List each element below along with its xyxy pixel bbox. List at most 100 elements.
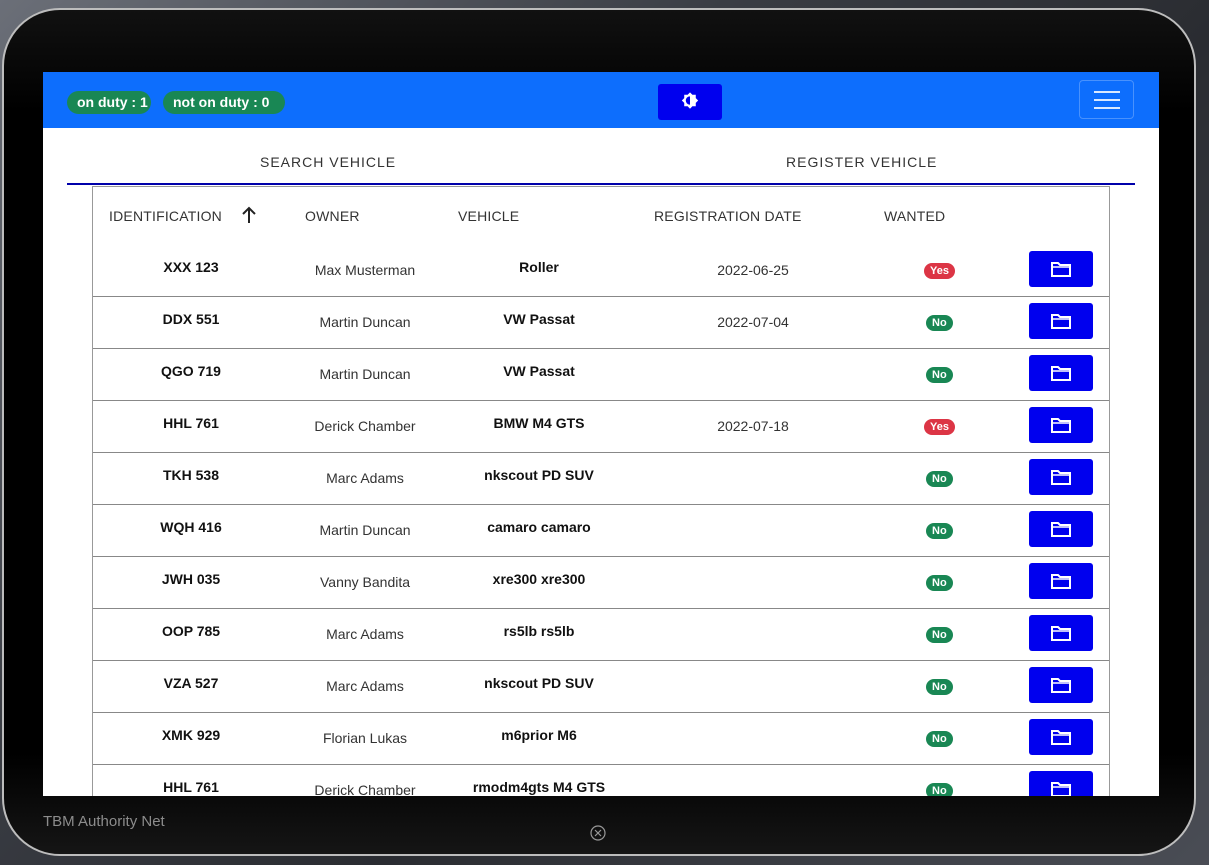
row-vehicle: rs5lb rs5lb xyxy=(503,623,575,639)
open-record-button[interactable] xyxy=(1029,563,1093,599)
row-identification: TKH 538 xyxy=(162,467,220,483)
folder-icon xyxy=(1051,314,1071,329)
table-row: DDX 551 Martin Duncan VW Passat 2022-07-04 N… xyxy=(93,297,1109,349)
hamburger-icon xyxy=(1093,90,1120,93)
row-vehicle: nkscout PD SUV xyxy=(484,675,594,691)
menu-toggle-button[interactable] xyxy=(1079,80,1134,119)
table-row: JWH 035 Vanny Bandita xre300 xre300 No xyxy=(93,557,1109,609)
table-row: QGO 719 Martin Duncan VW Passat No xyxy=(93,349,1109,401)
wanted-badge: No xyxy=(926,575,953,591)
row-registration-date: 2022-07-18 xyxy=(717,418,789,434)
row-registration-date: 2022-06-25 xyxy=(717,262,789,278)
folder-icon xyxy=(1051,574,1071,589)
row-vehicle: VW Passat xyxy=(503,363,575,379)
wanted-badge: No xyxy=(926,523,953,539)
row-owner: Derick Chamber xyxy=(314,418,416,434)
wanted-badge: No xyxy=(926,315,953,331)
open-record-button[interactable] xyxy=(1029,355,1093,391)
open-record-button[interactable] xyxy=(1029,615,1093,651)
header-wanted[interactable]: WANTED xyxy=(884,208,945,224)
row-vehicle: VW Passat xyxy=(503,311,575,327)
table-row: TKH 538 Marc Adams nkscout PD SUV No xyxy=(93,453,1109,505)
on-duty-badge: on duty : 1 xyxy=(67,91,151,114)
row-vehicle: m6prior M6 xyxy=(501,727,577,743)
wanted-badge: No xyxy=(926,471,953,487)
folder-icon xyxy=(1051,262,1071,277)
row-owner: Florian Lukas xyxy=(322,730,408,746)
row-identification: VZA 527 xyxy=(163,675,219,691)
row-owner: Max Musterman xyxy=(314,262,416,278)
folder-icon xyxy=(1051,470,1071,485)
table-header: IDENTIFICATION OWNER VEHICLE REGISTRATIO… xyxy=(93,187,1109,245)
table-row: HHL 761 Derick Chamber rmodm4gts M4 GTS No xyxy=(93,765,1109,796)
wanted-badge: No xyxy=(926,783,953,796)
open-record-button[interactable] xyxy=(1029,303,1093,339)
folder-icon xyxy=(1051,782,1071,796)
folder-icon xyxy=(1051,366,1071,381)
table-row: XXX 123 Max Musterman Roller 2022-06-25 Yes xyxy=(93,245,1109,297)
row-owner: Marc Adams xyxy=(326,470,404,486)
tablet-frame: on duty : 1 not on duty : 0 SEARCH VEHIC… xyxy=(2,8,1196,856)
table-row: WQH 416 Martin Duncan camaro camaro No xyxy=(93,505,1109,557)
row-owner: Martin Duncan xyxy=(319,366,411,382)
row-vehicle: camaro camaro xyxy=(487,519,591,535)
table-row: HHL 761 Derick Chamber BMW M4 GTS 2022-07-1… xyxy=(93,401,1109,453)
tab-register-vehicle[interactable]: REGISTER VEHICLE xyxy=(786,154,937,170)
header-registration-date[interactable]: REGISTRATION DATE xyxy=(654,208,802,224)
row-identification: XXX 123 xyxy=(163,259,219,275)
row-owner: Martin Duncan xyxy=(319,314,411,330)
folder-icon xyxy=(1051,678,1071,693)
row-identification: JWH 035 xyxy=(161,571,221,587)
footer-brand: TBM Authority Net xyxy=(43,813,165,830)
table-row: OOP 785 Marc Adams rs5lb rs5lb No xyxy=(93,609,1109,661)
row-owner: Derick Chamber xyxy=(314,782,416,796)
row-identification: DDX 551 xyxy=(162,311,220,327)
vehicle-table: IDENTIFICATION OWNER VEHICLE REGISTRATIO… xyxy=(92,186,1110,796)
open-record-button[interactable] xyxy=(1029,407,1093,443)
open-record-button[interactable] xyxy=(1029,459,1093,495)
theme-toggle-button[interactable] xyxy=(658,84,722,120)
open-record-button[interactable] xyxy=(1029,667,1093,703)
folder-icon xyxy=(1051,418,1071,433)
row-identification: OOP 785 xyxy=(161,623,221,639)
not-on-duty-badge: not on duty : 0 xyxy=(163,91,285,114)
row-vehicle: Roller xyxy=(519,259,559,275)
header-identification[interactable]: IDENTIFICATION xyxy=(109,208,222,224)
arrow-up-icon[interactable] xyxy=(241,206,257,224)
open-record-button[interactable] xyxy=(1029,771,1093,796)
row-identification: QGO 719 xyxy=(161,363,221,379)
row-registration-date: 2022-07-04 xyxy=(717,314,789,330)
wanted-badge: Yes xyxy=(924,419,955,435)
tab-search-vehicle[interactable]: SEARCH VEHICLE xyxy=(260,154,396,170)
open-record-button[interactable] xyxy=(1029,251,1093,287)
row-owner: Marc Adams xyxy=(326,626,404,642)
row-vehicle: BMW M4 GTS xyxy=(493,415,585,431)
open-record-button[interactable] xyxy=(1029,719,1093,755)
row-vehicle: nkscout PD SUV xyxy=(484,467,594,483)
row-identification: HHL 761 xyxy=(163,779,219,795)
open-record-button[interactable] xyxy=(1029,511,1093,547)
folder-icon xyxy=(1051,730,1071,745)
header-vehicle[interactable]: VEHICLE xyxy=(458,208,519,224)
wanted-badge: No xyxy=(926,731,953,747)
wanted-badge: Yes xyxy=(924,263,955,279)
top-navbar: on duty : 1 not on duty : 0 xyxy=(43,72,1159,128)
wanted-badge: No xyxy=(926,367,953,383)
brightness-icon xyxy=(681,92,699,109)
row-owner: Martin Duncan xyxy=(319,522,411,538)
row-identification: WQH 416 xyxy=(160,519,222,535)
row-owner: Vanny Bandita xyxy=(319,574,411,590)
table-body: XXX 123 Max Musterman Roller 2022-06-25 Yes D… xyxy=(93,245,1109,796)
row-identification: XMK 929 xyxy=(161,727,221,743)
row-vehicle: xre300 xre300 xyxy=(492,571,586,587)
wanted-badge: No xyxy=(926,679,953,695)
folder-icon xyxy=(1051,626,1071,641)
table-row: XMK 929 Florian Lukas m6prior M6 No xyxy=(93,713,1109,765)
vehicle-tabs: SEARCH VEHICLE REGISTER VEHICLE xyxy=(67,128,1135,185)
row-vehicle: rmodm4gts M4 GTS xyxy=(472,779,606,795)
app-screen: on duty : 1 not on duty : 0 SEARCH VEHIC… xyxy=(43,72,1159,796)
close-circle-icon[interactable] xyxy=(590,825,606,841)
folder-icon xyxy=(1051,522,1071,537)
table-row: VZA 527 Marc Adams nkscout PD SUV No xyxy=(93,661,1109,713)
header-owner[interactable]: OWNER xyxy=(305,208,360,224)
